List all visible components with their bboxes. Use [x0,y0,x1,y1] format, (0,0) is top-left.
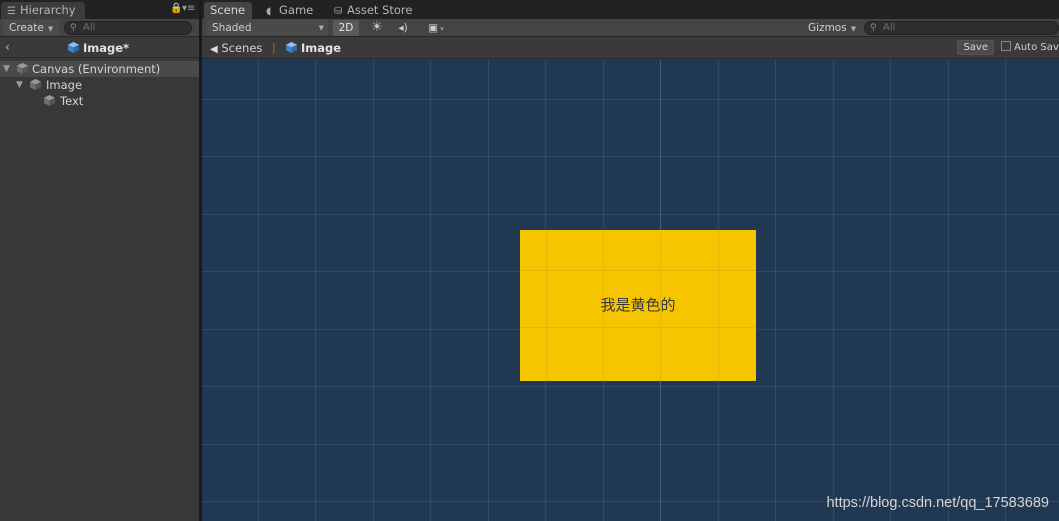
hierarchy-tab-strip: ☰ Hierarchy 🔒 ▾≡ [0,0,199,19]
scene-grid-line [1005,60,1006,521]
hierarchy-item-label: Text [60,94,84,108]
scene-grid-line [202,156,1059,157]
list-icon: ☰ [7,6,16,17]
image-icon[interactable]: ▣ ▾ [421,20,451,36]
cube-icon [68,42,79,53]
scene-grid-line [202,386,1059,387]
tab-hierarchy[interactable]: ☰ Hierarchy [1,2,85,19]
cube-icon [30,79,41,90]
scene-grid-line [775,60,776,521]
save-label: Save [963,42,988,53]
scene-toolbar: Shaded ▼ 2D ☀ ◂) ▣ ▾ Gizmos ▼ ⚲ All [202,19,1059,37]
hierarchy-item-label: Canvas (Environment) [32,62,161,76]
hierarchy-panel: ☰ Hierarchy 🔒 ▾≡ Create ▼ ⚲ All ‹ Image* ▼ … [0,0,199,521]
hierarchy-tree: ▼ Canvas (Environment) ▼ Image Text [0,61,199,109]
2d-toggle-label: 2D [338,22,354,34]
cube-icon [17,63,28,74]
tab-game[interactable]: ◖ Game [260,2,319,19]
scene-grid-line [258,60,259,521]
hierarchy-item-canvas[interactable]: ▼ Canvas (Environment) [0,61,199,77]
scene-viewport[interactable]: 我是黄色的 https://blog.csdn.net/qq_17583689 [202,60,1059,521]
prefab-title-label: Image* [83,41,130,55]
unity-icon: ◀ [210,44,218,55]
shading-mode-label: Shaded [212,22,252,34]
scene-grid-line [202,214,1059,215]
image-grid-line [520,327,756,328]
scene-grid-line [202,99,1059,100]
prefab-title: Image* [68,41,129,55]
hierarchy-toolbar: Create ▼ ⚲ All [0,19,199,37]
save-button[interactable]: Save [957,40,994,55]
hierarchy-search-placeholder: All [83,22,96,33]
cube-icon [44,95,55,106]
2d-toggle-button[interactable]: 2D [333,20,359,36]
image-breadcrumb-item[interactable]: Image [286,41,341,55]
prefab-breadcrumb: ‹ Image* [0,38,199,58]
chevron-down-icon: ▼ [318,24,324,32]
menu-icon[interactable]: ▾≡ [182,3,195,14]
scenes-label: Scenes [221,41,263,55]
auto-save-toggle[interactable]: Auto Save [1001,41,1059,53]
auto-save-label: Auto Save [1014,42,1059,53]
scene-grid-line [833,60,834,521]
tab-game-label: Game [279,3,314,17]
tab-asset-store-label: Asset Store [347,3,413,17]
chevron-down-icon: ▼ [47,25,54,33]
chevron-down-icon: ▼ [850,25,857,33]
create-dropdown[interactable]: Create ▼ [3,20,60,36]
shopping-bag-icon: ⛁ [334,6,343,17]
scene-grid-line [488,60,489,521]
scene-grid-line [202,444,1059,445]
tab-scene[interactable]: Scene [204,2,252,19]
scene-grid-line [373,60,374,521]
image-grid-line [520,270,756,271]
back-arrow-icon[interactable]: ‹ [5,40,10,54]
sun-icon[interactable]: ☀ [367,20,387,36]
hierarchy-search-input[interactable]: ⚲ All [64,21,192,35]
image-breadcrumb-label: Image [301,41,342,55]
scene-grid-line [430,60,431,521]
ui-text-label[interactable]: 我是黄色的 [520,294,756,315]
scene-search-input[interactable]: ⚲ All [864,21,1059,35]
scene-tab-strip: Scene ◖ Game ⛁ Asset Store [202,0,1059,19]
hierarchy-item-label: Image [46,78,83,92]
scene-grid-line [890,60,891,521]
yellow-ui-image[interactable]: 我是黄色的 [520,230,756,381]
scene-breadcrumb: ◀ Scenes | Image Save Auto Save [202,37,1059,59]
lock-icon[interactable]: 🔒 [170,3,182,14]
scene-grid-line [315,60,316,521]
tab-asset-store[interactable]: ⛁ Asset Store [328,2,419,19]
search-icon: ⚲ [870,23,877,33]
search-icon: ⚲ [70,23,77,33]
scene-grid-line [948,60,949,521]
tab-scene-label: Scene [210,3,246,17]
speaker-icon[interactable]: ◂) [393,20,413,36]
hierarchy-item-text[interactable]: Text [0,93,199,109]
gizmos-dropdown[interactable]: Gizmos ▼ [802,20,862,36]
watermark-text: https://blog.csdn.net/qq_17583689 [826,495,1049,511]
scene-panel: Scene ◖ Game ⛁ Asset Store Shaded ▼ 2D ☀ ◂)… [202,0,1059,521]
auto-save-checkbox[interactable] [1001,41,1011,51]
expand-arrow-icon[interactable]: ▼ [3,61,10,77]
expand-arrow-icon[interactable]: ▼ [16,77,23,93]
pacman-icon: ◖ [266,6,272,17]
tab-hierarchy-label: Hierarchy [20,3,76,17]
scenes-breadcrumb-item[interactable]: ◀ Scenes [210,41,262,55]
scene-search-placeholder: All [883,22,896,33]
hierarchy-item-image[interactable]: ▼ Image [0,77,199,93]
gizmos-label: Gizmos [808,22,847,34]
breadcrumb-separator: | [272,41,276,54]
cube-icon [286,42,297,53]
shading-mode-dropdown[interactable]: Shaded ▼ [206,20,328,36]
create-label: Create [9,22,44,34]
